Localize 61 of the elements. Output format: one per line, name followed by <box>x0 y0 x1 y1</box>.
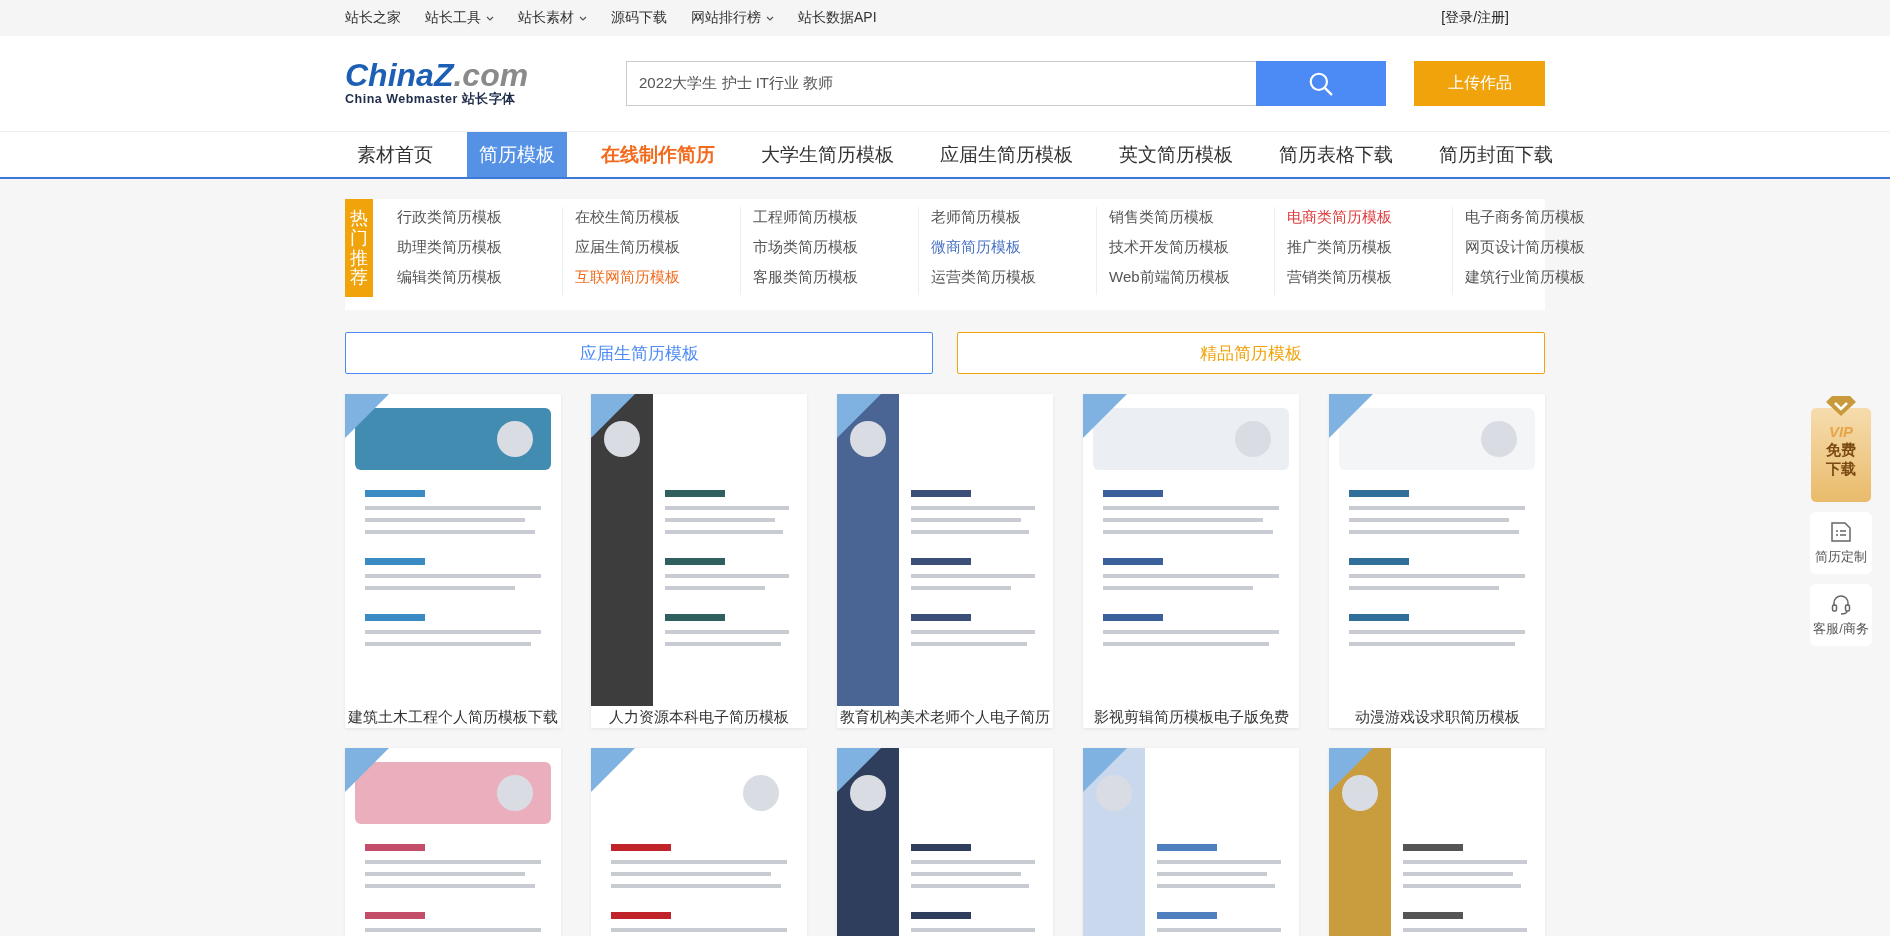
category-link[interactable]: 客服类简历模板 <box>753 267 918 287</box>
category-link[interactable]: 电商类简历模板 <box>1287 207 1452 227</box>
search-field[interactable]: 2022大学生 护士 IT行业 教师 <box>626 61 1256 106</box>
nav-tab[interactable]: 素材首页 <box>345 132 445 177</box>
category-link[interactable]: 老师简历模板 <box>931 207 1096 227</box>
category-link[interactable]: 微商简历模板 <box>931 237 1096 257</box>
top-nav-link[interactable]: 站长工具 <box>425 9 494 27</box>
site-logo[interactable]: ChinaZ.com China Webmaster 站长字体 <box>345 59 626 108</box>
card-title[interactable]: 人力资源本科电子简历模板 <box>591 706 807 728</box>
template-card[interactable]: 建筑土木工程个人简历模板下载 <box>345 394 561 728</box>
top-nav-link[interactable]: 源码下载 <box>611 9 667 27</box>
caret-icon <box>579 15 587 21</box>
nav-tab[interactable]: 简历表格下载 <box>1267 132 1405 177</box>
nav-tab[interactable]: 应届生简历模板 <box>928 132 1085 177</box>
category-link[interactable]: 工程师简历模板 <box>753 207 918 227</box>
nav-tab[interactable]: 大学生简历模板 <box>749 132 906 177</box>
category-link[interactable]: 销售类简历模板 <box>1109 207 1274 227</box>
template-card[interactable]: 教育机构美术老师个人电子简历 <box>837 394 1053 728</box>
category-link[interactable]: 应届生简历模板 <box>575 237 740 257</box>
card-title[interactable]: 建筑土木工程个人简历模板下载 <box>345 706 561 728</box>
category-link[interactable]: Web前端简历模板 <box>1109 267 1274 287</box>
caret-icon <box>766 15 774 21</box>
vip-text: 免费 <box>1826 440 1856 459</box>
card-title[interactable]: 动漫游戏设求职简历模板 <box>1329 706 1545 728</box>
category-link[interactable]: 网页设计简历模板 <box>1465 237 1630 257</box>
category-link[interactable]: 在校生简历模板 <box>575 207 740 227</box>
category-link[interactable]: 市场类简历模板 <box>753 237 918 257</box>
category-link[interactable]: 技术开发简历模板 <box>1109 237 1274 257</box>
logo-brand: ChinaZ <box>345 57 454 93</box>
logo-tagline: China Webmaster 站长字体 <box>345 91 517 108</box>
hot-label: 热门推荐 <box>345 199 373 297</box>
top-nav-link[interactable]: 站长素材 <box>518 9 587 27</box>
category-link[interactable]: 运营类简历模板 <box>931 267 1096 287</box>
side-button[interactable]: 简历定制 <box>1810 512 1872 574</box>
caret-icon <box>486 15 494 21</box>
top-nav-link[interactable]: 站长数据API <box>798 9 877 27</box>
card-title[interactable]: 影视剪辑简历模板电子版免费 <box>1083 706 1299 728</box>
category-link[interactable]: 营销类简历模板 <box>1287 267 1452 287</box>
template-card[interactable]: 人力资源本科电子简历模板 <box>591 394 807 728</box>
category-link[interactable]: 助理类简历模板 <box>397 237 562 257</box>
category-link[interactable]: 建筑行业简历模板 <box>1465 267 1630 287</box>
vip-download-badge[interactable]: VIP 免费 下载 <box>1811 408 1871 502</box>
search-button[interactable] <box>1256 61 1386 106</box>
vip-text: 下载 <box>1826 459 1856 478</box>
card-title[interactable]: 教育机构美术老师个人电子简历 <box>837 706 1053 728</box>
category-link[interactable]: 行政类简历模板 <box>397 207 562 227</box>
category-link[interactable]: 编辑类简历模板 <box>397 267 562 287</box>
category-link[interactable]: 电子商务简历模板 <box>1465 207 1630 227</box>
headset-icon <box>1830 592 1852 615</box>
search-icon <box>1308 70 1334 97</box>
nav-tab[interactable]: 简历封面下载 <box>1427 132 1565 177</box>
template-card[interactable]: 动漫游戏设求职简历模板 <box>1329 394 1545 728</box>
login-link[interactable]: [登录/注册] <box>1441 9 1509 27</box>
category-link[interactable]: 推广类简历模板 <box>1287 237 1452 257</box>
nav-tab[interactable]: 英文简历模板 <box>1107 132 1245 177</box>
top-nav-link[interactable]: 站长之家 <box>345 9 401 27</box>
side-button[interactable]: 客服/商务 <box>1810 584 1872 646</box>
document-icon <box>1830 520 1852 543</box>
template-card[interactable]: 影视剪辑简历模板电子版免费 <box>1083 394 1299 728</box>
vip-label: VIP <box>1828 424 1854 440</box>
top-nav-link[interactable]: 网站排行榜 <box>691 9 774 27</box>
